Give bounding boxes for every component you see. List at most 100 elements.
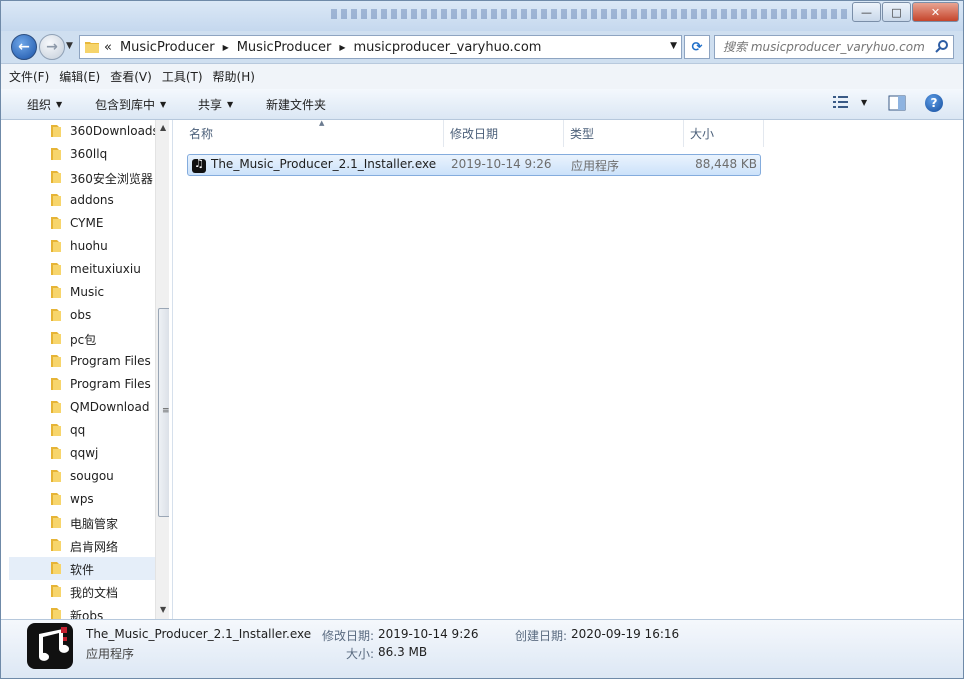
forward-arrow-icon: → [46, 39, 58, 55]
organize-label: 组织 [27, 97, 52, 112]
folder-icon [51, 240, 61, 252]
folder-icon [51, 493, 61, 505]
title-bar[interactable]: — □ ✕ [1, 1, 963, 31]
tree-item[interactable]: Music [9, 281, 155, 304]
file-row[interactable]: ♫ The_Music_Producer_2.1_Installer.exe 2… [187, 154, 761, 176]
grip-icon: ≡ [162, 406, 169, 416]
new-folder-button[interactable]: 新建文件夹 [266, 89, 326, 119]
column-header-name[interactable]: ▲ 名称 [183, 119, 444, 147]
tree-item[interactable]: 360安全浏览器 [9, 166, 155, 189]
chevron-down-icon: ▼ [861, 97, 868, 107]
menu-tools[interactable]: 工具(T) [162, 68, 203, 85]
column-header-size[interactable]: 大小 [684, 120, 764, 147]
scrollbar-thumb[interactable]: ≡ [158, 308, 169, 517]
tree-item[interactable]: Program Files [9, 350, 155, 373]
tree-item-label: 启肯网络 [70, 540, 119, 554]
breadcrumb-overflow[interactable]: « [104, 40, 112, 55]
scroll-up-icon[interactable]: ▲ [160, 123, 166, 132]
tree-item-label: Program Files [70, 377, 151, 391]
details-modified-label: 修改日期: [322, 629, 375, 643]
folder-icon [51, 355, 61, 367]
tree-item-label: addons [70, 193, 114, 207]
back-button[interactable]: ← [11, 34, 37, 60]
tree-item[interactable]: 360Downloads [9, 120, 155, 143]
breadcrumb-item[interactable]: musicproducer_varyhuo.com [353, 40, 541, 55]
file-name: The_Music_Producer_2.1_Installer.exe [211, 157, 437, 171]
scroll-down-icon[interactable]: ▼ [160, 605, 166, 614]
tree-item[interactable]: obs [9, 304, 155, 327]
folder-icon [51, 217, 61, 229]
tree-item-label: huohu [70, 239, 108, 253]
menu-view[interactable]: 查看(V) [110, 68, 152, 85]
preview-pane-icon[interactable] [888, 95, 906, 111]
breadcrumb: « MusicProducer ▶ MusicProducer ▶ musicp… [104, 36, 549, 58]
change-view-button[interactable]: ▼ [833, 95, 867, 109]
nav-scrollbar[interactable]: ▲ ≡ ▼ [155, 120, 169, 619]
tree-item-label: qq [70, 423, 86, 437]
navigation-pane: 360Downloads 360llq 360安全浏览器 addons CYME huoh… [9, 120, 169, 619]
tree-item[interactable]: qqwj [9, 442, 155, 465]
tree-item-label: qqwj [70, 446, 99, 460]
folder-icon [51, 608, 61, 619]
tree-item[interactable]: addons [9, 189, 155, 212]
address-bar[interactable]: « MusicProducer ▶ MusicProducer ▶ musicp… [79, 35, 682, 59]
chevron-down-icon: ▼ [56, 99, 63, 109]
breadcrumb-item[interactable]: MusicProducer [120, 40, 215, 55]
forward-button[interactable]: → [39, 34, 65, 60]
refresh-icon: ⟳ [691, 39, 703, 55]
include-in-library-button[interactable]: 包含到库中 ▼ [95, 89, 166, 119]
tree-item-label: 我的文档 [70, 586, 119, 600]
chevron-down-icon: ▼ [227, 99, 234, 109]
tree-item[interactable]: qq [9, 419, 155, 442]
tree-item[interactable]: 软件 [9, 557, 155, 580]
share-button[interactable]: 共享 ▼ [198, 89, 233, 119]
tree-item[interactable]: 我的文档 [9, 580, 155, 603]
search-icon[interactable] [935, 39, 949, 53]
refresh-button[interactable]: ⟳ [684, 35, 710, 59]
tree-item[interactable]: meituxiuxiu [9, 258, 155, 281]
close-button[interactable]: ✕ [912, 2, 959, 22]
app-file-icon: ♫ [192, 157, 206, 174]
tree-item[interactable]: 360llq [9, 143, 155, 166]
breadcrumb-separator-icon[interactable]: ▶ [223, 43, 229, 52]
column-header-label: 类型 [570, 127, 595, 141]
search-input[interactable] [715, 36, 935, 58]
music-app-icon [27, 623, 73, 669]
address-dropdown-icon[interactable]: ▼ [670, 41, 677, 51]
file-modified: 2019-10-14 9:26 [451, 157, 552, 171]
details-file-name: The_Music_Producer_2.1_Installer.exe [86, 627, 312, 641]
help-button[interactable]: ? [925, 94, 943, 112]
tree-item[interactable]: 新obs [9, 603, 155, 619]
minimize-button[interactable]: — [852, 2, 881, 22]
breadcrumb-separator-icon[interactable]: ▶ [339, 43, 345, 52]
tree-item[interactable]: wps [9, 488, 155, 511]
new-folder-label: 新建文件夹 [266, 97, 327, 112]
tree-item-label: obs [70, 308, 92, 322]
tree-item[interactable]: CYME [9, 212, 155, 235]
tree-item[interactable]: huohu [9, 235, 155, 258]
breadcrumb-item[interactable]: MusicProducer [237, 40, 332, 55]
tree-item[interactable]: pc包 [9, 327, 155, 350]
recent-pages-dropdown-icon[interactable]: ▼ [66, 41, 73, 51]
organize-button[interactable]: 组织 ▼ [27, 89, 62, 119]
file-type: 应用程序 [571, 159, 620, 173]
tree-item[interactable]: Program Files [9, 373, 155, 396]
column-header-type[interactable]: 类型 [564, 120, 684, 147]
menu-file[interactable]: 文件(F) [9, 68, 49, 85]
column-header-modified[interactable]: 修改日期 [444, 120, 564, 147]
tree-item[interactable]: 启肯网络 [9, 534, 155, 557]
tree-item[interactable]: QMDownload [9, 396, 155, 419]
details-size-label: 大小: [346, 647, 375, 661]
details-created-label: 创建日期: [515, 629, 568, 643]
menu-edit[interactable]: 编辑(E) [59, 68, 100, 85]
back-arrow-icon: ← [18, 39, 30, 55]
help-icon: ? [930, 96, 938, 110]
tree-item[interactable]: sougou [9, 465, 155, 488]
tree-item-label: Music [70, 285, 105, 299]
menu-help[interactable]: 帮助(H) [213, 68, 255, 85]
maximize-button[interactable]: □ [882, 2, 911, 22]
sort-ascending-icon: ▲ [319, 119, 325, 127]
folder-icon [51, 562, 61, 574]
tree-item[interactable]: 电脑管家 [9, 511, 155, 534]
window-controls: — □ ✕ [851, 2, 959, 22]
